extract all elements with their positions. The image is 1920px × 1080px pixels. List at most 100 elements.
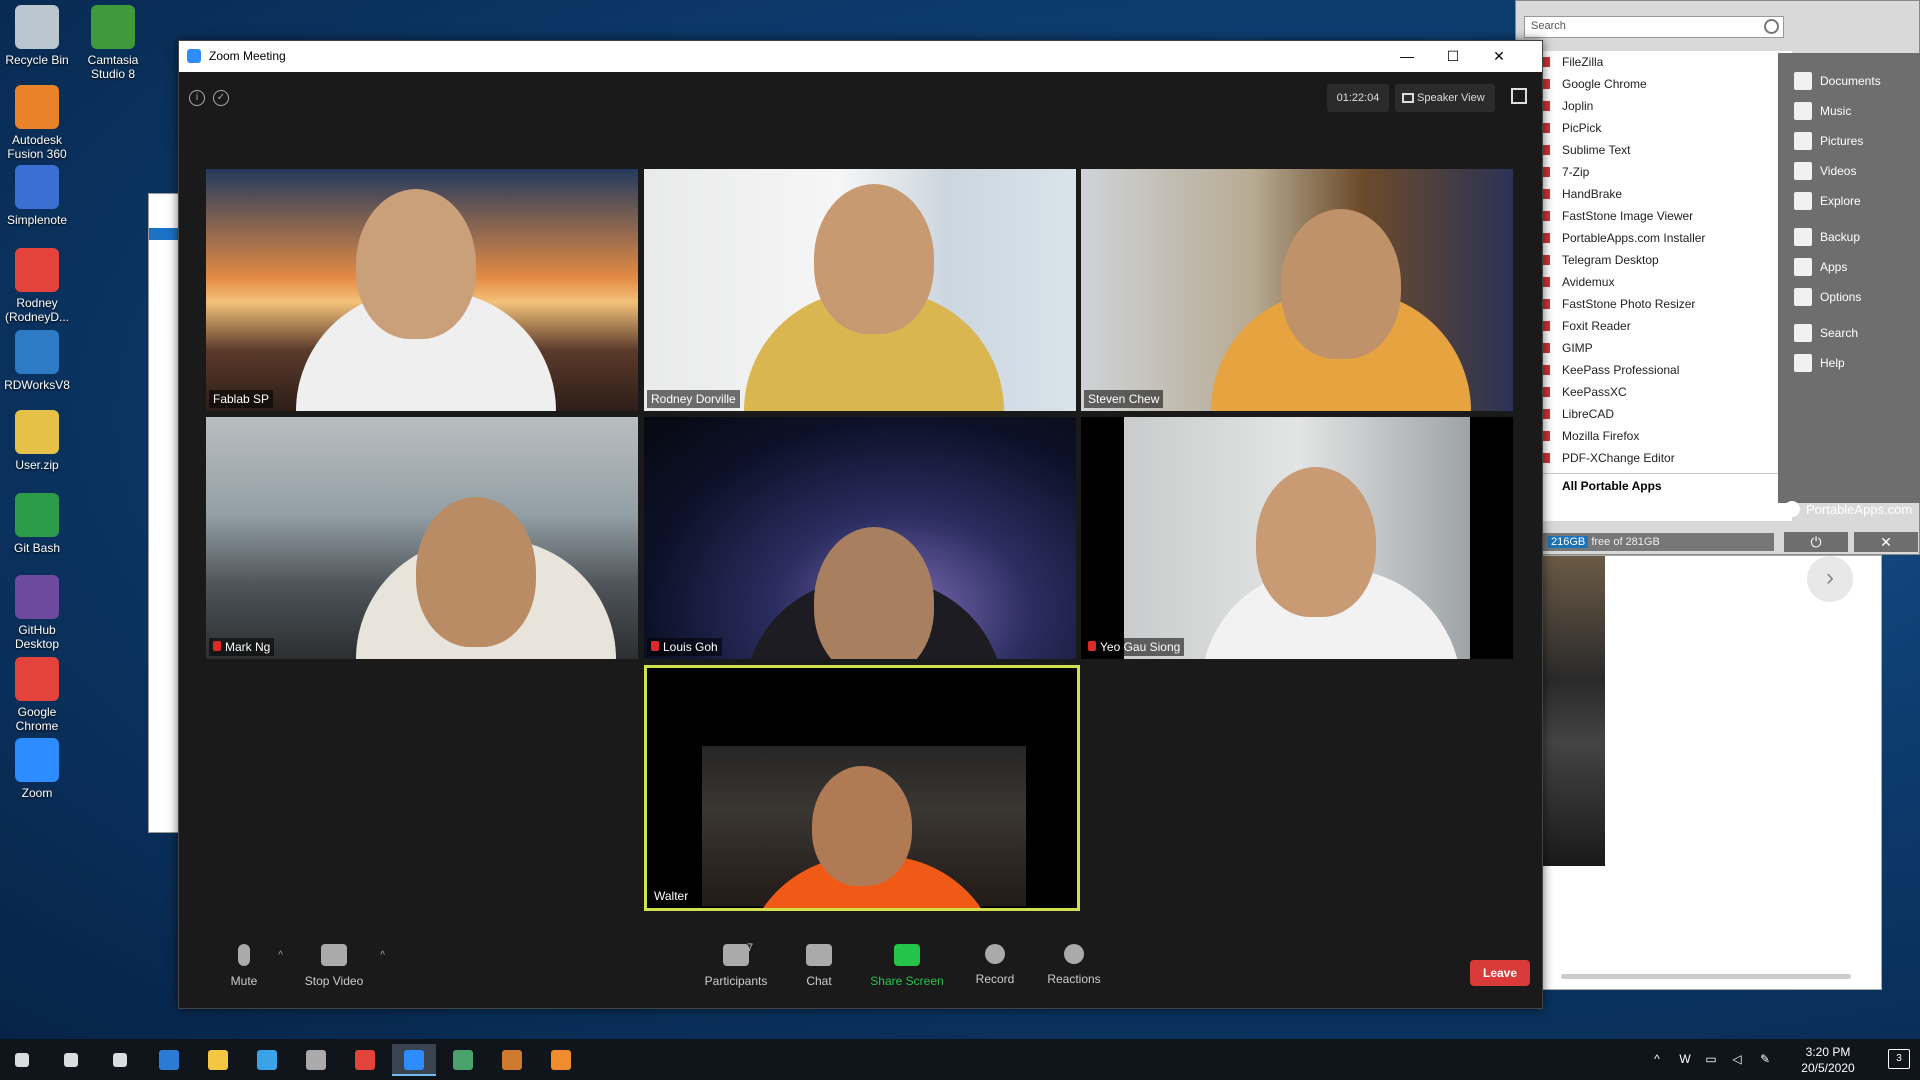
sublime-icon[interactable] (539, 1044, 583, 1076)
shield-icon[interactable]: ✓ (213, 90, 229, 106)
chevron-up-icon[interactable]: ^ (278, 950, 283, 961)
winrar-icon[interactable]: W (1678, 1052, 1692, 1066)
search-icon[interactable] (49, 1044, 93, 1076)
close-icon[interactable]: ✕ (1854, 532, 1918, 552)
record-button[interactable]: Record (950, 944, 1040, 986)
pa-search-input[interactable]: Search (1524, 16, 1784, 38)
pa-app-item[interactable]: Avidemux (1542, 271, 1792, 293)
pa-app-item[interactable]: FastStone Image Viewer (1542, 205, 1792, 227)
pa-app-item[interactable]: Foxit Reader (1542, 315, 1792, 337)
stop-video-button[interactable]: Stop Video ^ (289, 944, 385, 988)
pa-side-item[interactable]: Documents (1776, 66, 1916, 96)
pa-app-item[interactable]: FastStone Photo Resizer (1542, 293, 1792, 315)
pa-app-item[interactable]: KeePassXC (1542, 381, 1792, 403)
browser-icon[interactable] (294, 1044, 338, 1076)
pa-app-item[interactable]: PicPick (1542, 117, 1792, 139)
pa-app-item[interactable]: PDF-XChange Editor (1542, 447, 1792, 469)
start-icon[interactable] (0, 1044, 44, 1076)
fullscreen-icon[interactable] (1511, 88, 1527, 104)
pa-app-item[interactable]: PortableApps.com Installer (1542, 227, 1792, 249)
speaker-view-button[interactable]: Speaker View (1395, 84, 1495, 112)
desktop-icon[interactable]: RDWorksV8 (0, 330, 77, 392)
app-icon (1542, 79, 1550, 89)
pa-app-item[interactable]: Telegram Desktop (1542, 249, 1792, 271)
video-tile[interactable]: Yeo Gau Siong (1081, 417, 1513, 659)
background-web-page[interactable]: › (1540, 555, 1882, 990)
share-screen-button[interactable]: Share Screen (862, 944, 952, 988)
pa-all-apps[interactable]: All Portable Apps (1542, 473, 1792, 497)
reactions-button[interactable]: Reactions (1029, 944, 1119, 986)
chrome-icon[interactable] (343, 1044, 387, 1076)
pa-app-item[interactable]: LibreCAD (1542, 403, 1792, 425)
edge-icon[interactable] (147, 1044, 191, 1076)
pen-icon[interactable]: ✎ (1758, 1052, 1772, 1066)
video-tile[interactable]: Fablab SP (206, 169, 638, 411)
pa-app-item[interactable]: FileZilla (1542, 51, 1792, 73)
globe-icon[interactable] (441, 1044, 485, 1076)
participants-icon (723, 944, 749, 966)
search-icon[interactable] (1764, 19, 1779, 34)
pa-app-item[interactable]: Sublime Text (1542, 139, 1792, 161)
pa-side-item[interactable]: Help (1776, 348, 1916, 378)
video-tile[interactable]: Mark Ng (206, 417, 638, 659)
pa-app-item[interactable]: Joplin (1542, 95, 1792, 117)
clock[interactable]: 3:20 PM 20/5/2020 (1788, 1044, 1868, 1076)
volume-icon[interactable]: ◁ (1730, 1052, 1744, 1066)
chevron-up-icon[interactable]: ^ (380, 950, 385, 961)
task-view-icon[interactable] (98, 1044, 142, 1076)
close-window-icon[interactable]: ✕ (1476, 41, 1522, 72)
pa-side-item[interactable]: Pictures (1776, 126, 1916, 156)
desktop-icon[interactable]: Git Bash (0, 493, 77, 555)
pa-brand[interactable]: PortableApps.com (1784, 501, 1912, 517)
app-icon[interactable] (490, 1044, 534, 1076)
pa-side-item[interactable]: Explore (1776, 186, 1916, 216)
horizontal-scrollbar[interactable] (1561, 974, 1851, 979)
desktop-icon[interactable]: Recycle Bin (0, 5, 77, 67)
ie-icon[interactable] (245, 1044, 289, 1076)
desktop-icon[interactable]: Rodney (RodneyD... (0, 248, 77, 324)
minimize-icon[interactable]: — (1384, 41, 1430, 72)
pa-side-item[interactable]: Options (1776, 282, 1916, 312)
pa-app-item[interactable]: 7-Zip (1542, 161, 1792, 183)
pa-app-item[interactable]: Mozilla Firefox (1542, 425, 1792, 447)
pa-side-item[interactable]: Apps (1776, 252, 1916, 282)
fusion360-icon (15, 85, 59, 129)
zoom-icon[interactable] (392, 1044, 436, 1076)
notification-icon[interactable]: 3 (1888, 1049, 1910, 1069)
pa-app-item[interactable]: Google Chrome (1542, 73, 1792, 95)
desktop-icon[interactable]: GitHub Desktop (0, 575, 77, 651)
desktop-icon[interactable]: User.zip (0, 410, 77, 472)
pa-app-item[interactable]: GIMP (1542, 337, 1792, 359)
desktop-icon[interactable]: Simplenote (0, 165, 77, 227)
pa-side-item[interactable]: Search (1776, 318, 1916, 348)
desktop-icon[interactable]: Camtasia Studio 8 (73, 5, 153, 81)
leave-button[interactable]: Leave (1470, 960, 1530, 986)
pa-app-item[interactable]: KeePass Professional (1542, 359, 1792, 381)
maximize-icon[interactable]: ☐ (1430, 41, 1476, 72)
file-explorer-icon[interactable] (196, 1044, 240, 1076)
active-speaker-tile[interactable]: Walter (644, 665, 1080, 911)
participants-button[interactable]: 7 Participants (691, 942, 781, 988)
mute-button[interactable]: Mute ^ (199, 944, 289, 988)
chevron-up-icon[interactable]: ^ (1650, 1052, 1664, 1066)
desktop-icon[interactable]: Autodesk Fusion 360 (0, 85, 77, 161)
network-icon[interactable]: ▭ (1704, 1052, 1718, 1066)
camtasia-icon (91, 5, 135, 49)
desktop-icon-label: Camtasia Studio 8 (87, 53, 139, 81)
app-icon (1542, 211, 1550, 221)
power-icon[interactable]: ⏻ (1784, 532, 1848, 552)
next-arrow-icon[interactable]: › (1807, 556, 1853, 602)
desktop-icon-label: Git Bash (13, 541, 61, 555)
pa-side-item[interactable]: Videos (1776, 156, 1916, 186)
desktop-icon[interactable]: Google Chrome (0, 657, 77, 733)
chrome-icon (15, 657, 59, 701)
pa-app-item[interactable]: HandBrake (1542, 183, 1792, 205)
desktop-icon[interactable]: Zoom (0, 738, 77, 800)
video-tile[interactable]: Steven Chew (1081, 169, 1513, 411)
pa-side-item[interactable]: Backup (1776, 222, 1916, 252)
video-tile[interactable]: Rodney Dorville (644, 169, 1076, 411)
video-tile[interactable]: Louis Goh (644, 417, 1076, 659)
pa-side-item[interactable]: Music (1776, 96, 1916, 126)
chat-button[interactable]: Chat (774, 944, 864, 988)
info-icon[interactable]: i (189, 90, 205, 106)
